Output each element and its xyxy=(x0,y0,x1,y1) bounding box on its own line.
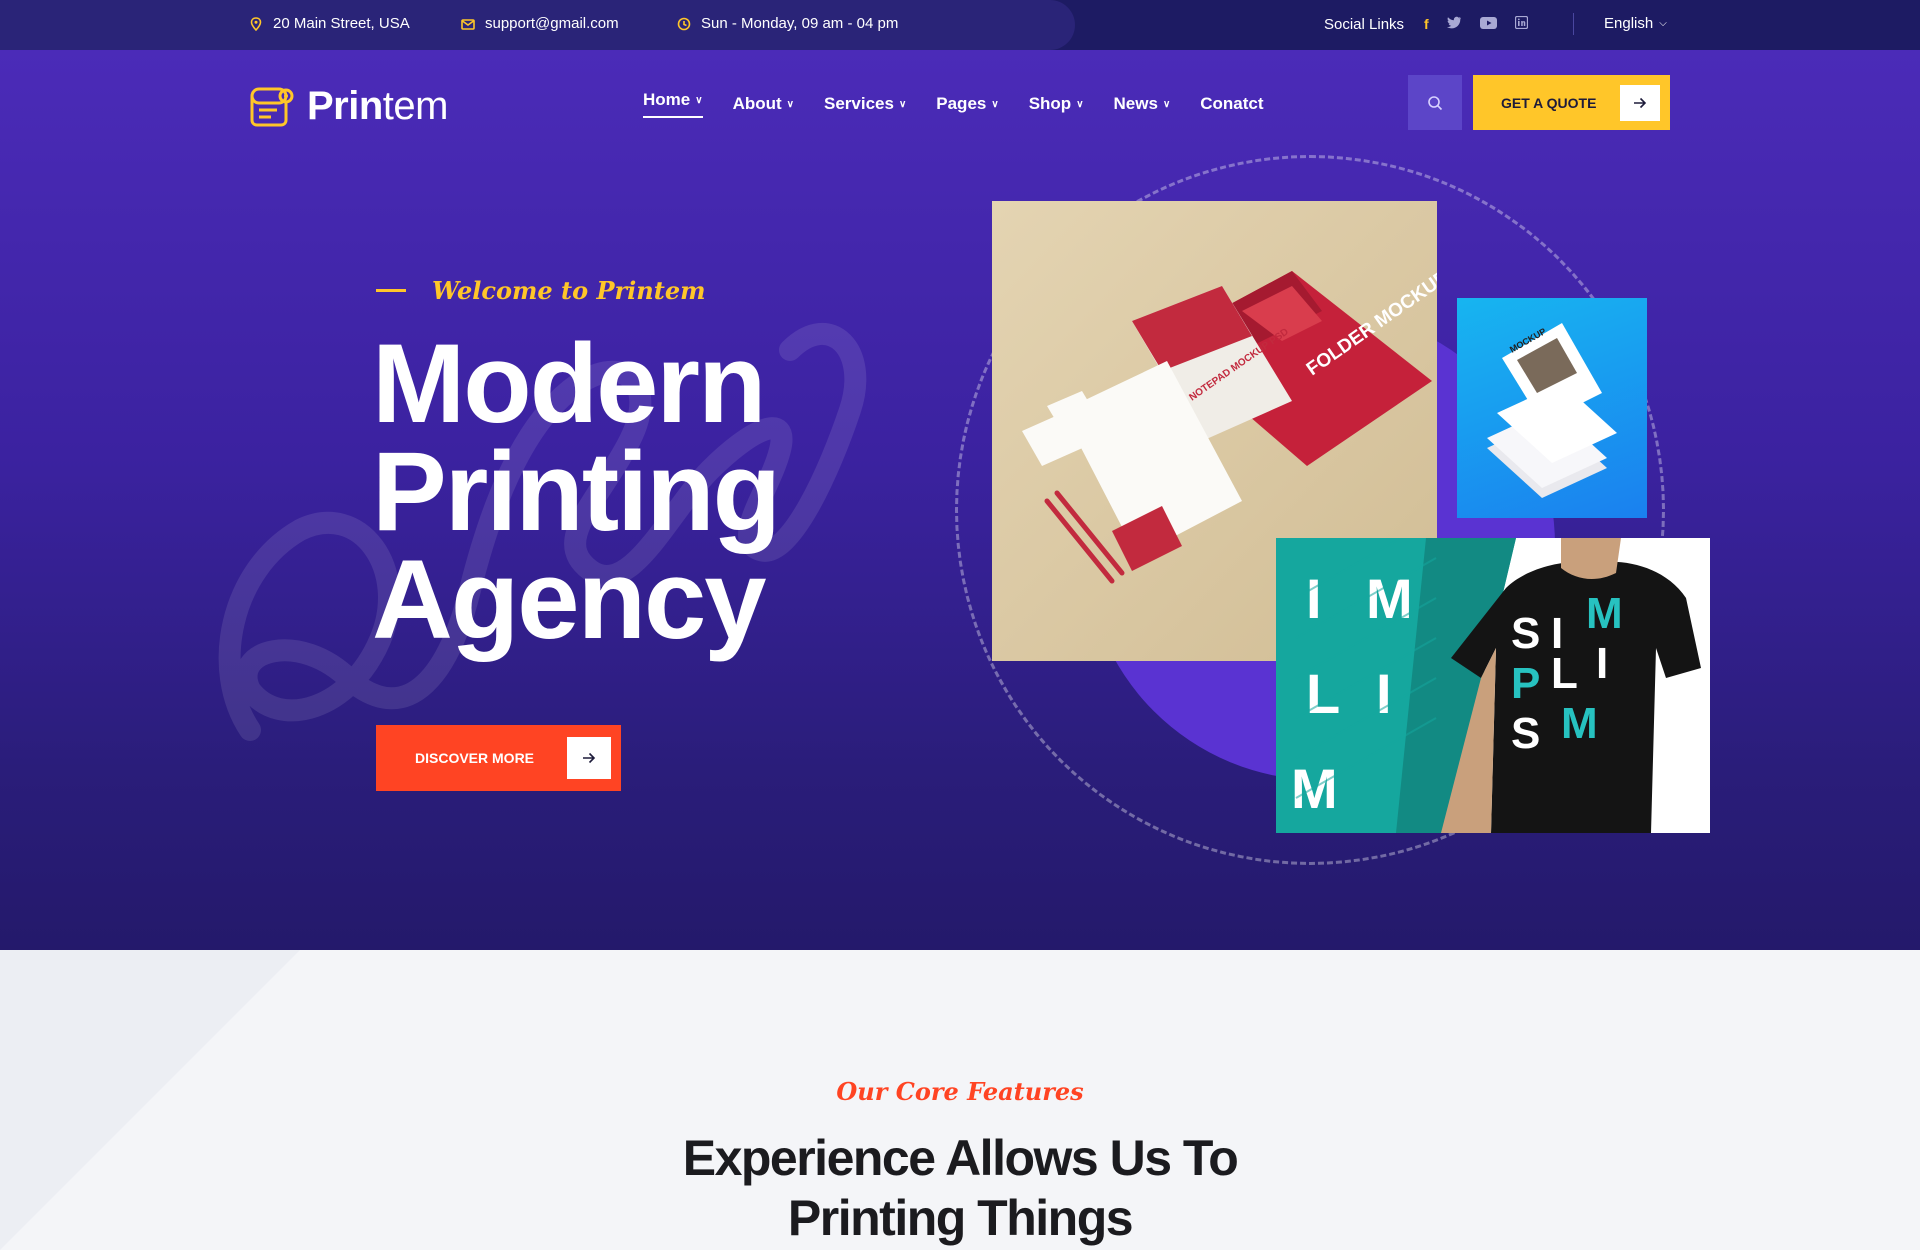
youtube-icon[interactable] xyxy=(1479,16,1497,32)
nav-item-services[interactable]: Services ∨ xyxy=(824,90,906,118)
shirt-letter-right-1: S xyxy=(1511,609,1540,658)
shirt-letter-right-3: M xyxy=(1586,589,1623,638)
nav-item-pages[interactable]: Pages ∨ xyxy=(936,90,998,118)
shirt-letter-right-5: L xyxy=(1551,649,1578,698)
features-kicker: Our Core Features xyxy=(836,1077,1084,1106)
get-quote-label: GET A QUOTE xyxy=(1501,94,1597,111)
features-title: Experience Allows Us To Printing Things xyxy=(0,1128,1920,1248)
nav-item-news[interactable]: News ∨ xyxy=(1114,90,1171,118)
address-info: 20 Main Street, USA xyxy=(249,15,410,32)
hero-title: Modern Printing Agency xyxy=(372,321,872,662)
social-links-label: Social Links xyxy=(1324,16,1405,33)
nav-item-home[interactable]: Home ∨ xyxy=(643,90,703,118)
get-quote-button[interactable]: GET A QUOTE xyxy=(1473,75,1670,130)
email-text[interactable]: support@gmail.com xyxy=(485,15,619,32)
mail-icon xyxy=(461,17,475,31)
language-selector[interactable]: English ⌵ xyxy=(1604,15,1667,32)
top-bar-divider xyxy=(1573,13,1574,35)
shirt-letter-right-8: M xyxy=(1561,699,1598,748)
main-nav: Home ∨ About ∨ Services ∨ Pages ∨ Shop ∨ News… xyxy=(643,90,1264,118)
arrow-right-icon xyxy=(1620,85,1660,121)
nav-pages-label: Pages xyxy=(936,94,987,113)
logo-text: Printem xyxy=(307,84,448,129)
nav-item-contact[interactable]: Conatct xyxy=(1200,90,1263,118)
discover-more-button[interactable]: DISCOVER MORE xyxy=(376,725,621,791)
discover-more-label: DISCOVER MORE xyxy=(415,750,535,766)
features-section: Our Core Features Experience Allows Us T… xyxy=(0,950,1920,1250)
facebook-icon[interactable]: f xyxy=(1424,16,1429,32)
top-bar: 20 Main Street, USA support@gmail.com Su… xyxy=(0,0,1920,50)
email-info[interactable]: support@gmail.com xyxy=(461,15,619,32)
flyer-mockup-image: MOCKUP xyxy=(1457,298,1647,518)
social-icons: f xyxy=(1424,15,1528,32)
nav-about-label: About xyxy=(732,94,782,113)
logo-text-bold: Prin xyxy=(307,84,383,128)
features-title-line-2: Printing Things xyxy=(787,1190,1134,1246)
hero-title-line-1: Modern xyxy=(372,321,766,446)
nav-shop-label: Shop xyxy=(1028,94,1072,113)
tshirt-mockup-image: I M L I M S I M P L I S M xyxy=(1276,538,1710,833)
hours-text: Sun - Monday, 09 am - 04 pm xyxy=(701,15,899,32)
nav-contact-label: Conatct xyxy=(1200,94,1264,113)
shirt-letter-left-1: I xyxy=(1306,567,1322,630)
hero-section: Printem Home ∨ About ∨ Services ∨ Pages ∨ Sh… xyxy=(0,50,1920,950)
language-label: English xyxy=(1604,15,1654,32)
welcome-text: Welcome to Printem xyxy=(432,276,706,305)
kicker-dash xyxy=(376,289,406,292)
site-logo[interactable]: Printem xyxy=(249,84,448,129)
chevron-down-icon: ∨ xyxy=(991,98,999,110)
hours-info: Sun - Monday, 09 am - 04 pm xyxy=(677,15,898,32)
twitter-icon[interactable] xyxy=(1446,16,1462,32)
location-pin-icon xyxy=(249,16,263,31)
nav-item-about[interactable]: About ∨ xyxy=(733,90,794,118)
search-button[interactable] xyxy=(1408,75,1462,130)
chevron-down-icon: ∨ xyxy=(1162,98,1171,110)
nav-home-label: Home xyxy=(643,90,691,109)
clock-icon xyxy=(677,17,691,31)
shirt-letter-left-3: L xyxy=(1306,662,1340,725)
address-text: 20 Main Street, USA xyxy=(273,15,410,32)
features-title-line-1: Experience Allows Us To xyxy=(682,1130,1239,1186)
hero-title-line-3: Agency xyxy=(372,537,767,662)
logo-text-light: tem xyxy=(382,84,449,128)
nav-services-label: Services xyxy=(823,94,894,113)
hero-title-line-2: Printing xyxy=(372,429,781,554)
chevron-down-icon: ∨ xyxy=(1076,98,1084,110)
nav-news-label: News xyxy=(1113,94,1158,113)
printer-roll-icon xyxy=(250,87,294,126)
welcome-kicker: Welcome to Printem xyxy=(376,276,705,305)
chevron-down-icon: ∨ xyxy=(898,98,907,110)
chevron-down-icon: ∨ xyxy=(786,98,794,110)
chevron-down-icon: ∨ xyxy=(695,94,703,106)
chevron-down-icon: ⌵ xyxy=(1659,18,1667,29)
shirt-letter-right-4: P xyxy=(1511,659,1540,708)
shirt-letter-right-6: I xyxy=(1596,639,1608,688)
shirt-letter-right-7: S xyxy=(1511,709,1540,758)
linkedin-icon[interactable] xyxy=(1514,15,1528,32)
nav-item-shop[interactable]: Shop ∨ xyxy=(1029,90,1084,118)
search-icon xyxy=(1428,95,1443,110)
arrow-right-icon xyxy=(567,737,611,779)
